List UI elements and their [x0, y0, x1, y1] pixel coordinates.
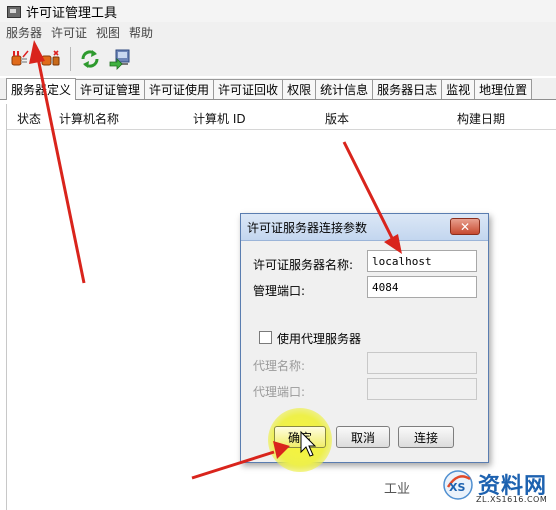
window-title: 许可证管理工具 [26, 5, 118, 21]
column-version[interactable]: 版本 [325, 110, 349, 127]
tab-geo-location[interactable]: 地理位置 [474, 79, 533, 99]
connect-button[interactable]: 连接 [398, 426, 454, 448]
connect-plug-icon[interactable] [8, 46, 34, 72]
proxy-port-input[interactable] [367, 378, 477, 400]
column-computer-id[interactable]: 计算机 ID [193, 110, 246, 127]
dialog-title-bar: 许可证服务器连接参数 ✕ [241, 214, 488, 241]
tab-permissions[interactable]: 权限 [282, 79, 317, 99]
toolbar-separator [70, 47, 71, 71]
export-icon[interactable] [107, 46, 133, 72]
proxy-name-label: 代理名称: [253, 359, 306, 373]
menu-server[interactable]: 服务器 [6, 24, 42, 41]
menu-bar: 服务器 许可证 视图 帮助 [0, 22, 556, 42]
ok-button[interactable]: 确定 [274, 426, 326, 448]
port-input[interactable]: 4084 [367, 276, 477, 298]
title-bar: 许可证管理工具 [0, 0, 556, 22]
use-proxy-checkbox[interactable] [259, 331, 272, 344]
tab-license-recycle[interactable]: 许可证回收 [213, 79, 284, 99]
server-name-input[interactable]: localhost [367, 250, 477, 272]
port-label: 管理端口: [253, 284, 306, 298]
watermark-text: 工业 [384, 482, 411, 497]
column-build-date[interactable]: 构建日期 [457, 110, 505, 127]
watermark-url: ZL.XS1616.COM [476, 495, 548, 504]
tab-monitor[interactable]: 监视 [441, 79, 476, 99]
column-status[interactable]: 状态 [17, 110, 41, 127]
dialog-title: 许可证服务器连接参数 [247, 220, 368, 235]
tab-statistics[interactable]: 统计信息 [315, 79, 374, 99]
svg-text:XS: XS [449, 481, 465, 494]
table-header: 状态 计算机名称 计算机 ID 版本 构建日期 [7, 104, 556, 130]
watermark-logo-icon: XS [443, 470, 473, 500]
refresh-icon[interactable] [77, 46, 103, 72]
cancel-button[interactable]: 取消 [336, 426, 390, 448]
column-computer-name[interactable]: 计算机名称 [59, 110, 119, 127]
tab-license-management[interactable]: 许可证管理 [75, 79, 146, 99]
toolbar [0, 42, 556, 76]
proxy-port-label: 代理端口: [253, 385, 306, 399]
server-name-label: 许可证服务器名称: [253, 258, 354, 272]
use-proxy-label[interactable]: 使用代理服务器 [277, 330, 361, 347]
proxy-name-input[interactable] [367, 352, 477, 374]
tab-server-log[interactable]: 服务器日志 [372, 79, 443, 99]
app-icon [6, 4, 21, 18]
tab-license-usage[interactable]: 许可证使用 [144, 79, 215, 99]
menu-view[interactable]: 视图 [96, 24, 120, 41]
menu-license[interactable]: 许可证 [51, 24, 87, 41]
tab-bar: 服务器定义 许可证管理 许可证使用 许可证回收 权限 统计信息 服务器日志 监视… [0, 78, 556, 100]
tab-server-definition[interactable]: 服务器定义 [6, 78, 77, 100]
disconnect-plug-icon[interactable] [38, 46, 64, 72]
close-button[interactable]: ✕ [450, 218, 480, 235]
menu-help[interactable]: 帮助 [129, 24, 153, 41]
close-icon: ✕ [459, 219, 471, 234]
